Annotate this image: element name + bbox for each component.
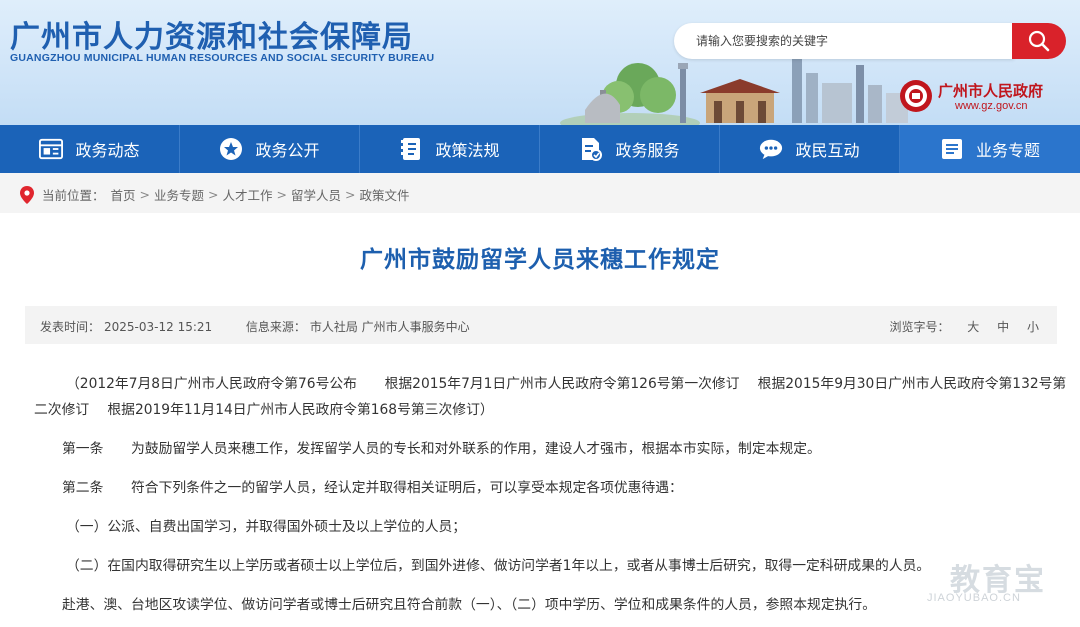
- star-badge-icon: [219, 137, 243, 161]
- nav-item-interaction[interactable]: 政民互动: [720, 125, 900, 173]
- breadcrumb-separator: >: [139, 187, 151, 202]
- nav-item-policy[interactable]: 政策法规: [360, 125, 540, 173]
- book-icon: [399, 137, 423, 161]
- paragraph-hk-macau-taiwan: 赴港、澳、台地区攻读学位、做访问学者或博士后研究且符合前款（一）、（二）项中学历…: [62, 597, 877, 613]
- nav-item-topics[interactable]: 业务专题: [900, 125, 1080, 173]
- paragraph-item-2: （二）在国内取得研究生以上学历或者硕士以上学位后，到国外进修、做访问学者1年以上…: [66, 558, 931, 574]
- breadcrumb-link-policy-docs[interactable]: 政策文件: [360, 185, 410, 204]
- article-meta-bar: 发表时间： 2025-03-12 15:21 信息来源： 市人社局 广州市人事服务中…: [25, 306, 1057, 344]
- publish-time: 2025-03-12 15:21: [104, 320, 213, 334]
- gov-portal-url[interactable]: www.gz.gov.cn: [955, 100, 1028, 112]
- breadcrumb-link-returnees[interactable]: 留学人员: [291, 185, 341, 204]
- watermark-logo: 教育宝 JIAOYUBAO.CN: [920, 555, 1060, 610]
- breadcrumb-link-home[interactable]: 首页: [111, 185, 136, 204]
- font-size-large-button[interactable]: 大: [967, 320, 979, 334]
- publish-time-label: 发表时间：: [40, 320, 101, 334]
- font-size-switcher: 浏览字号： 大 中 小: [889, 318, 1039, 335]
- paragraph-article-2: 第二条 符合下列条件之一的留学人员，经认定并取得相关证明后，可以享受本规定各项优…: [62, 480, 683, 496]
- search-icon: [1028, 30, 1050, 52]
- font-size-label: 浏览字号：: [889, 320, 950, 334]
- service-doc-icon: [579, 137, 603, 161]
- site-title-english: GUANGZHOU MUNICIPAL HUMAN RESOURCES AND …: [10, 52, 435, 64]
- breadcrumb: 当前位置： 首页 > 业务专题 > 人才工作 > 留学人员 > 政策文件: [20, 185, 410, 204]
- site-header: 广州市人力资源和社会保障局 GUANGZHOU MUNICIPAL HUMAN …: [0, 0, 1080, 125]
- source-label: 信息来源：: [245, 320, 306, 334]
- paragraph-preamble-line2: 二次修订 根据2019年11月14日广州市人民政府令第168号第三次修订）: [34, 402, 494, 418]
- nav-item-label: 政务动态: [75, 141, 140, 160]
- nav-item-label: 政策法规: [435, 141, 500, 160]
- chat-bubble-icon: [759, 137, 783, 161]
- font-size-medium-button[interactable]: 中: [997, 320, 1009, 334]
- source-value: 市人社局 广州市人事服务中心: [309, 320, 470, 334]
- paragraph-item-1: （一）公派、自费出国学习，并取得国外硕士及以上学位的人员；: [66, 519, 467, 535]
- nav-item-label: 政务服务: [615, 141, 680, 160]
- breadcrumb-bar: 当前位置： 首页 > 业务专题 > 人才工作 > 留学人员 > 政策文件: [0, 173, 1080, 213]
- news-icon: [39, 137, 64, 161]
- city-skyline-illustration: [560, 57, 908, 125]
- article-title: 广州市鼓励留学人员来穗工作规定: [360, 247, 720, 273]
- breadcrumb-separator: >: [208, 187, 219, 202]
- breadcrumb-prefix: 当前位置：: [42, 188, 105, 203]
- article-meta: 发表时间： 2025-03-12 15:21 信息来源： 市人社局 广州市人事服务中…: [40, 318, 474, 335]
- search-button[interactable]: [1012, 23, 1066, 59]
- nav-item-label: 业务专题: [975, 141, 1040, 160]
- paragraph-preamble-line1: （2012年7月8日广州市人民政府令第76号公布 根据2015年7月1日广州市人…: [66, 376, 1067, 392]
- list-doc-icon: [940, 137, 964, 161]
- breadcrumb-separator: >: [276, 187, 288, 202]
- breadcrumb-link-topics[interactable]: 业务专题: [154, 185, 204, 204]
- nav-item-label: 政务公开: [255, 141, 320, 160]
- nav-item-disclosure[interactable]: 政务公开: [180, 125, 360, 173]
- search-input[interactable]: [696, 31, 996, 51]
- site-title[interactable]: 广州市人力资源和社会保障局: [10, 12, 413, 56]
- nav-item-services[interactable]: 政务服务: [540, 125, 720, 173]
- nav-item-label: 政民互动: [795, 141, 860, 160]
- breadcrumb-separator: >: [345, 187, 356, 202]
- gov-portal-name[interactable]: 广州市人民政府: [938, 80, 1043, 101]
- font-size-small-button[interactable]: 小: [1027, 320, 1039, 334]
- watermark-domain: JIAOYUBAO.CN: [927, 592, 1021, 604]
- guangzhou-government-emblem-icon[interactable]: [898, 78, 934, 114]
- nav-item-news[interactable]: 政务动态: [0, 125, 180, 173]
- breadcrumb-link-talent[interactable]: 人才工作: [223, 185, 273, 204]
- location-pin-icon: [20, 185, 34, 204]
- search-box: [674, 23, 1014, 59]
- main-nav: 政务动态 政务公开 政策法规 政务服务 政民互动 业务专题: [0, 125, 1080, 173]
- paragraph-article-1: 第一条 为鼓励留学人员来穗工作，发挥留学人员的专长和对外联系的作用，建设人才强市…: [62, 441, 821, 457]
